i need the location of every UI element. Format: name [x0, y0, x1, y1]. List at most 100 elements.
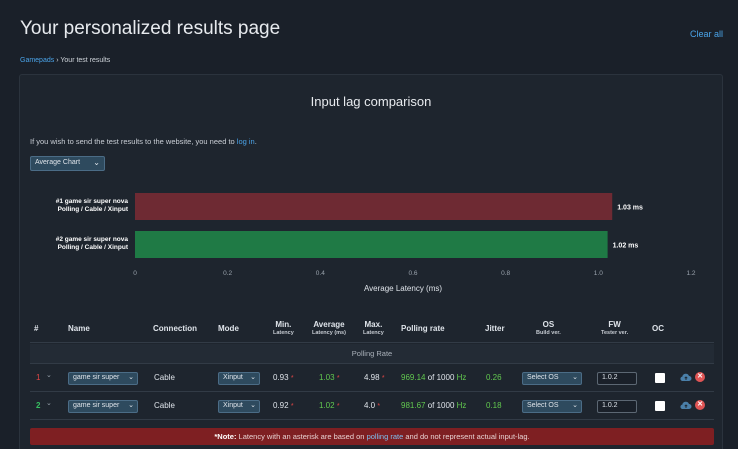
mode-value: Xinput [223, 402, 243, 409]
header-max: Max. Latency [363, 320, 384, 336]
max-latency-value: 4.0 [364, 401, 376, 410]
min-latency-value: 0.92 [273, 401, 289, 410]
max-latency-value: 4.98 [364, 373, 380, 382]
polling-rate: 969.14 of 1000 Hz [401, 373, 466, 382]
oc-checkbox[interactable] [655, 401, 665, 411]
header-fw-sub: Tester ver. [601, 330, 629, 336]
bar-value-label: 1.03 ms [617, 205, 643, 212]
category-label: #2 game sir super nova [56, 236, 129, 243]
os-select[interactable]: Select OS ⌄ [522, 372, 582, 385]
bar-value-label: 1.02 ms [613, 243, 639, 250]
name-select[interactable]: game sir super ⌄ [68, 400, 138, 413]
chevron-down-icon: ⌄ [128, 402, 134, 409]
chevron-down-icon: ⌄ [128, 374, 134, 381]
note-label: *Note: [214, 432, 237, 441]
jitter-value: 0.26 [486, 373, 502, 382]
min-latency: 0.93 * [273, 373, 294, 382]
x-tick-label: 0.6 [408, 270, 417, 277]
header-fw-label: FW [608, 320, 621, 329]
header-oc: OC [652, 324, 664, 333]
row-rank: 1 [36, 373, 41, 382]
asterisk: * [290, 375, 294, 382]
avg-latency-value: 1.02 [319, 401, 335, 410]
header-os-label: OS [542, 320, 555, 329]
clear-all-link[interactable]: Clear all [690, 29, 723, 39]
row-rank: 2 [36, 401, 41, 410]
asterisk: * [336, 375, 340, 382]
chevron-down-icon: ⌄ [250, 402, 256, 409]
name-select[interactable]: game sir super ⌄ [68, 372, 138, 385]
x-tick-label: 0.8 [501, 270, 510, 277]
login-info-end: . [254, 137, 257, 146]
x-tick-label: 0.2 [223, 270, 232, 277]
x-axis-label: Average Latency (ms) [364, 284, 442, 293]
polling-rate-value: 969.14 [401, 373, 426, 382]
page-title: Your personalized results page [20, 18, 281, 39]
category-label: Polling / Cable / Xinput [58, 244, 129, 251]
chart-bar [135, 231, 608, 258]
asterisk: * [290, 403, 294, 410]
oc-checkbox[interactable] [655, 373, 665, 383]
name-value: game sir super [73, 402, 120, 409]
group-label-polling-rate: Polling Rate [30, 344, 714, 364]
expand-chevron-icon[interactable]: ⌄ [46, 371, 52, 379]
category-label: Polling / Cable / Xinput [58, 206, 129, 213]
note-banner: *Note: Latency with an asterisk are base… [30, 428, 714, 445]
x-tick-label: 0 [133, 270, 137, 277]
header-name: Name [68, 324, 90, 333]
login-info-text: If you wish to send the test results to … [30, 137, 235, 146]
jitter-value: 0.18 [486, 401, 502, 410]
delete-icon[interactable]: ✕ [695, 372, 705, 382]
os-select[interactable]: Select OS ⌄ [522, 400, 582, 413]
login-info: If you wish to send the test results to … [30, 137, 257, 146]
chevron-down-icon: ⌄ [250, 374, 256, 381]
header-avg-label: Average [313, 320, 345, 329]
chevron-down-icon: ⌄ [572, 374, 578, 381]
mode-select[interactable]: Xinput ⌄ [218, 400, 260, 413]
header-min: Min. Latency [273, 320, 294, 336]
mode-select[interactable]: Xinput ⌄ [218, 372, 260, 385]
polling-rate: 981.67 of 1000 Hz [401, 401, 466, 410]
fw-input[interactable]: 1.0.2 [597, 372, 637, 385]
category-label: #1 game sir super nova [56, 198, 129, 205]
breadcrumb-link-gamepads[interactable]: Gamepads [20, 57, 54, 64]
polling-rate-value: 981.67 [401, 401, 426, 410]
polling-rate-link[interactable]: polling rate [367, 432, 404, 441]
avg-latency-value: 1.03 [319, 373, 335, 382]
table-row: 1 ⌄ game sir super ⌄ Cable Xinput ⌄ 0.93 *… [30, 365, 714, 392]
header-min-label: Min. [275, 320, 292, 329]
avg-latency: 1.02 * [319, 401, 340, 410]
chart-type-select[interactable]: Average Chart ⌄ [30, 156, 105, 171]
header-avg: Average Latency (ms) [312, 320, 346, 336]
name-value: game sir super [73, 374, 120, 381]
chevron-down-icon: ⌄ [93, 158, 100, 167]
os-value: Select OS [527, 374, 559, 381]
breadcrumb-separator: › [56, 57, 59, 64]
login-link[interactable]: log in [237, 137, 255, 146]
header-fw: FW Tester ver. [601, 320, 628, 336]
x-tick-label: 1.2 [686, 270, 695, 277]
header-num: # [34, 324, 39, 333]
fw-input[interactable]: 1.0.2 [597, 400, 637, 413]
cloud-upload-icon[interactable] [680, 400, 692, 410]
chart-type-value: Average Chart [35, 159, 81, 166]
expand-chevron-icon[interactable]: ⌄ [46, 399, 52, 407]
min-latency-value: 0.93 [273, 373, 289, 382]
connection-value: Cable [154, 401, 175, 410]
cloud-upload-icon[interactable] [680, 372, 692, 382]
delete-icon[interactable]: ✕ [695, 400, 705, 410]
chart-bar [135, 193, 613, 220]
panel-title: Input lag comparison [310, 94, 432, 109]
header-connection: Connection [153, 324, 197, 333]
breadcrumb-current: Your test results [60, 57, 111, 64]
breadcrumb: Gamepads › Your test results [20, 57, 110, 64]
header-min-sub: Latency [273, 330, 294, 336]
header-polling: Polling rate [401, 324, 445, 333]
table-header: # Name Connection Mode Min. Latency Avera… [30, 315, 714, 343]
asterisk: * [377, 403, 381, 410]
header-max-label: Max. [364, 320, 383, 329]
max-latency: 4.98 * [364, 373, 385, 382]
header-max-sub: Latency [363, 330, 384, 336]
latency-bar-chart: 1.03 ms#1 game sir super novaPolling / C… [56, 193, 696, 293]
polling-rate-of: of 1000 [427, 373, 455, 382]
